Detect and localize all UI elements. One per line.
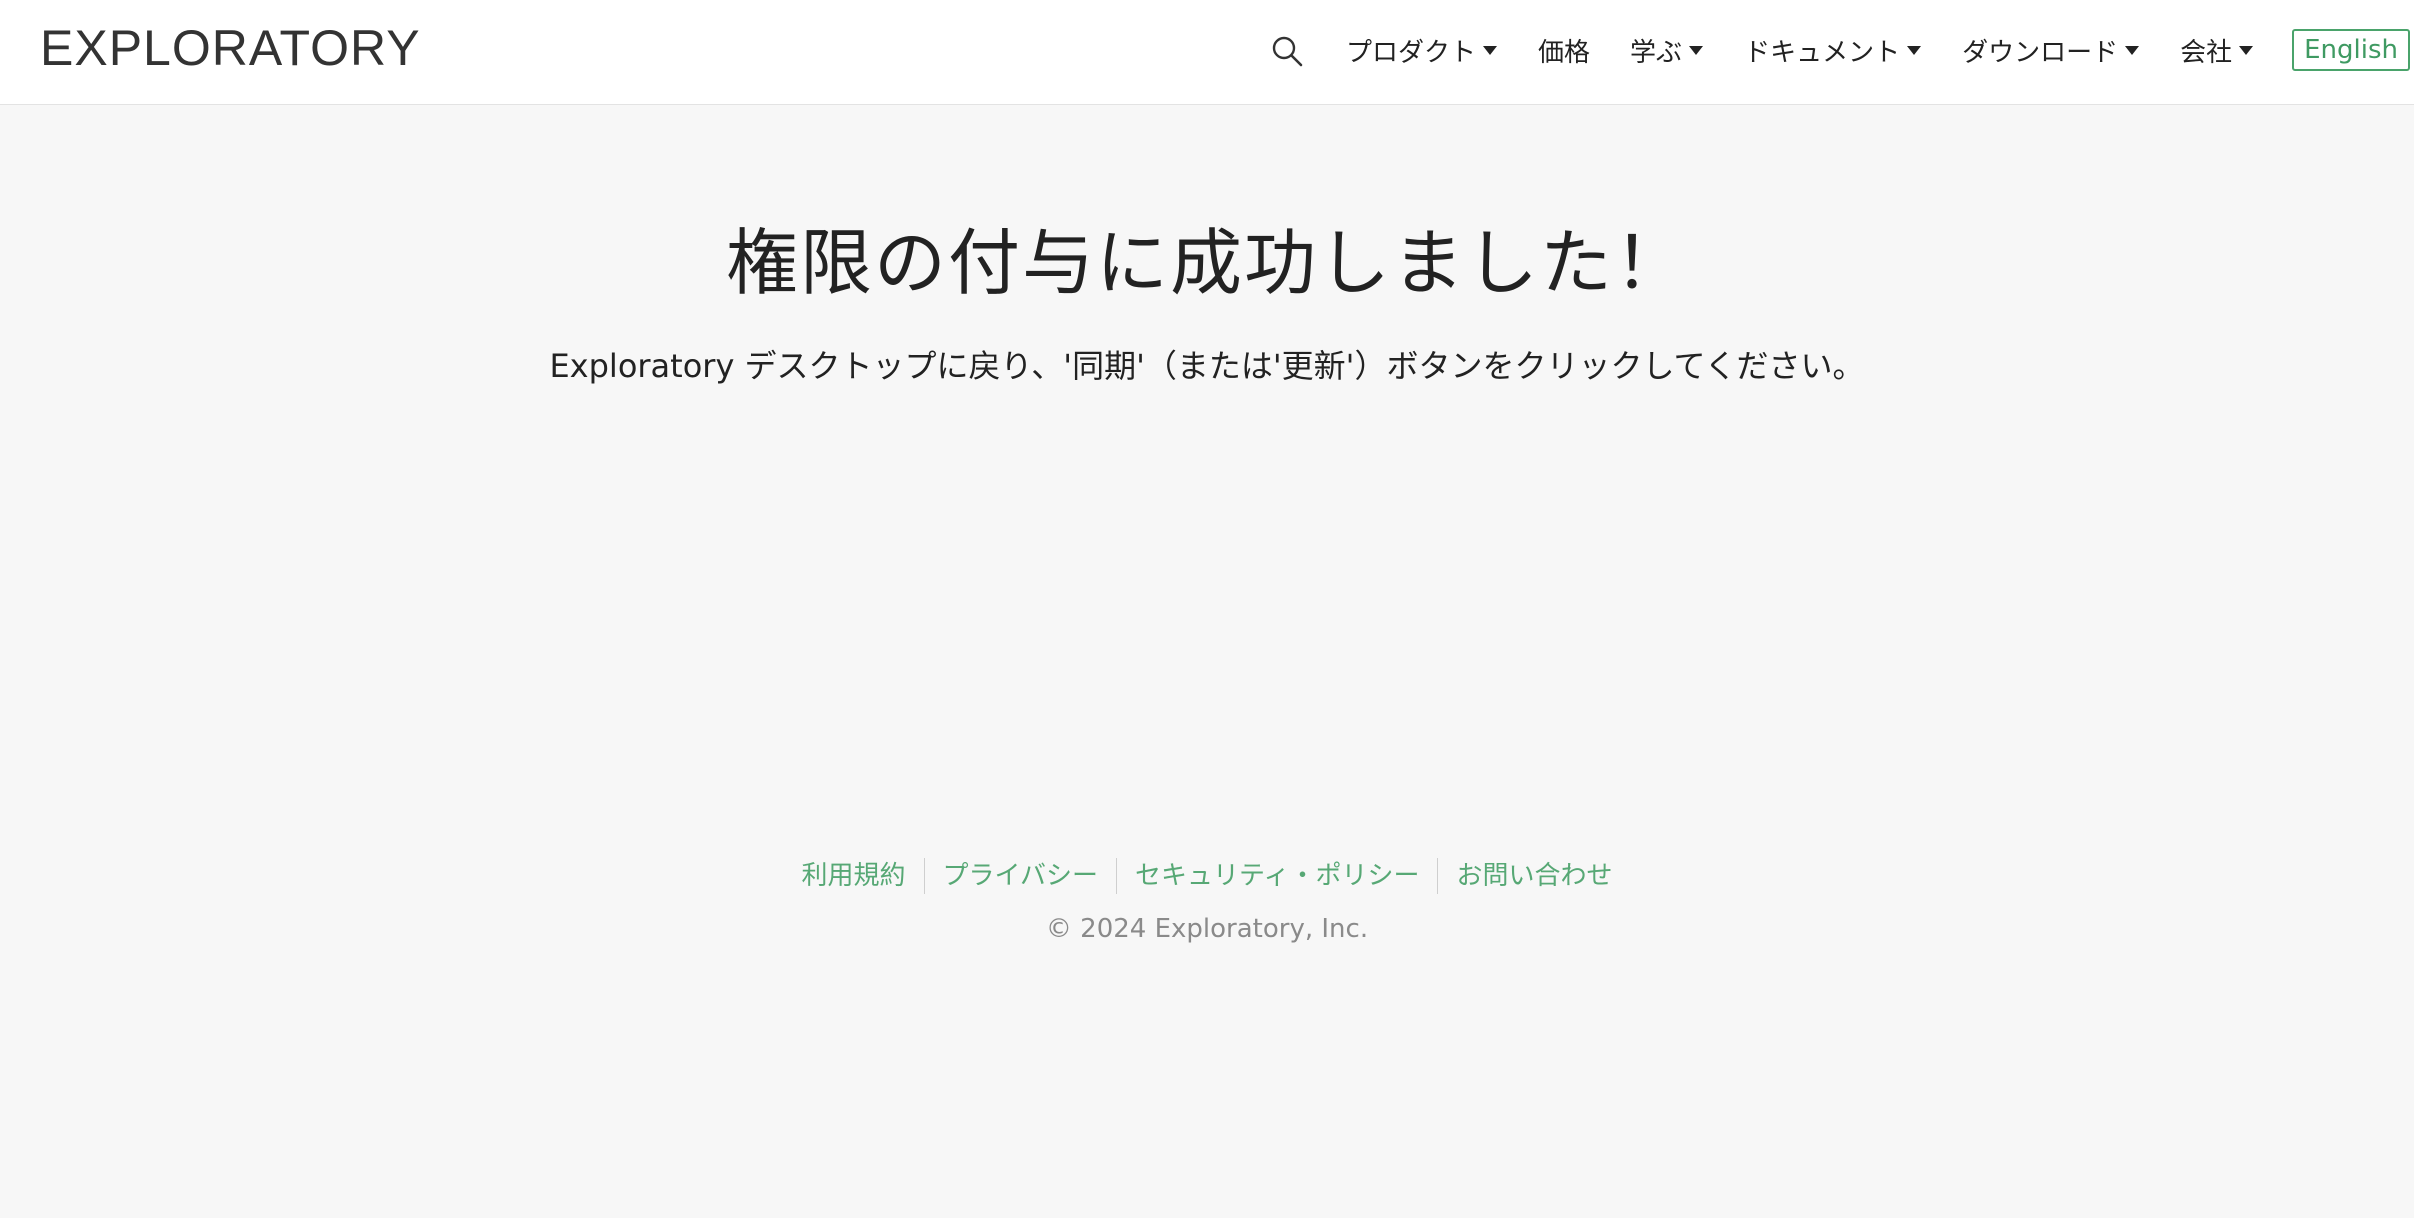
copyright-text: © 2024 Exploratory, Inc. [1045, 914, 1369, 944]
nav-item-label: 会社 [2180, 37, 2233, 68]
page-title: 権限の付与に成功しました！ [725, 221, 1688, 305]
nav-item-learn[interactable]: 学ぶ [1630, 32, 1704, 69]
nav-item-product[interactable]: プロダクト [1346, 32, 1498, 69]
instruction-message: Exploratory デスクトップに戻り、'同期'（または'更新'）ボタンをク… [549, 347, 1865, 385]
nav-item-label: 価格 [1538, 37, 1591, 68]
nav-item-pricing[interactable]: 価格 [1538, 32, 1590, 69]
nav-item-company[interactable]: 会社 [2180, 32, 2254, 69]
nav-item-label: ドキュメント [1744, 37, 1901, 68]
search-icon[interactable] [1270, 34, 1304, 68]
nav-item-label: 学ぶ [1630, 37, 1683, 68]
site-footer: 利用規約 プライバシー セキュリティ・ポリシー お問い合わせ © 2024 Ex… [0, 858, 2414, 946]
nav-item-label: ダウンロード [1962, 37, 2119, 68]
caret-down-icon [2125, 46, 2140, 55]
nav-item-label: プロダクト [1346, 37, 1477, 68]
footer-link-contact[interactable]: お問い合わせ [1438, 858, 1630, 894]
caret-down-icon [1907, 46, 1922, 55]
site-header: EXPLORATORY プロダクト 価格 学ぶ ドキュメント ダウンロード 会社 [0, 0, 2414, 105]
caret-down-icon [2239, 46, 2254, 55]
site-logo[interactable]: EXPLORATORY [40, 18, 421, 78]
footer-link-privacy[interactable]: プライバシー [925, 858, 1116, 894]
footer-link-terms[interactable]: 利用規約 [784, 858, 924, 894]
nav-item-download[interactable]: ダウンロード [1962, 32, 2140, 69]
nav-item-documents[interactable]: ドキュメント [1744, 32, 1922, 69]
caret-down-icon [1483, 46, 1498, 55]
footer-links: 利用規約 プライバシー セキュリティ・ポリシー お問い合わせ [784, 858, 1631, 894]
main-nav: プロダクト 価格 学ぶ ドキュメント ダウンロード 会社 English [1270, 0, 2414, 100]
main-content: 権限の付与に成功しました！ Exploratory デスクトップに戻り、'同期'… [0, 106, 2414, 388]
footer-link-security-policy[interactable]: セキュリティ・ポリシー [1117, 858, 1437, 894]
language-switch-button[interactable]: English [2292, 29, 2410, 71]
caret-down-icon [1689, 46, 1704, 55]
